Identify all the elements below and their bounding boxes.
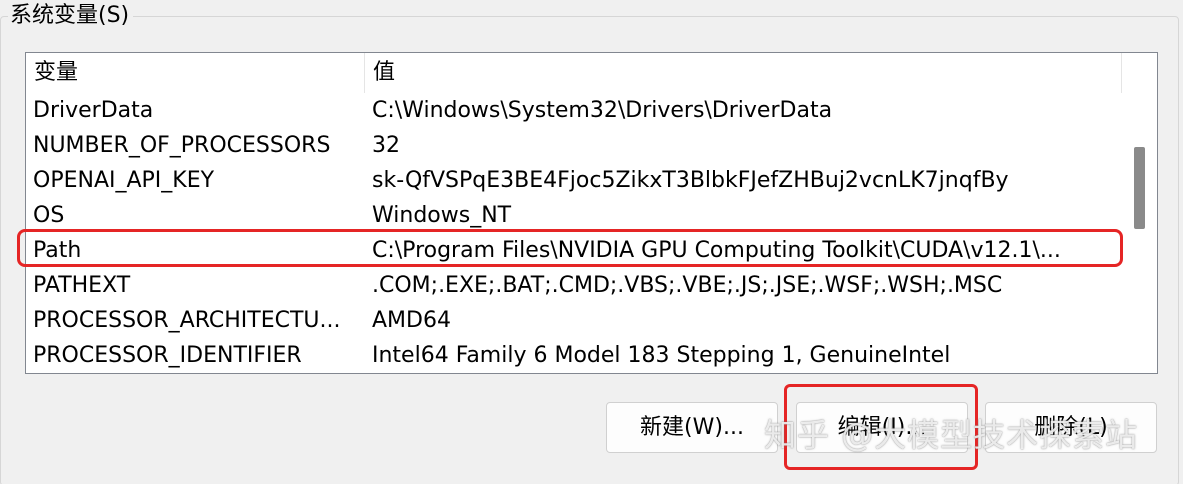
variable-name-cell: PATHEXT	[33, 273, 131, 298]
scrollbar-thumb[interactable]	[1134, 147, 1145, 229]
table-row[interactable]: PATHEXT .COM;.EXE;.BAT;.CMD;.VBS;.VBE;.J…	[26, 268, 1122, 303]
list-rows: DriverData C:\Windows\System32\Drivers\D…	[26, 93, 1122, 373]
variable-name-cell: OPENAI_API_KEY	[33, 168, 215, 193]
system-variables-list[interactable]: 变量 值 DriverData C:\Windows\System32\Driv…	[25, 52, 1158, 374]
table-row[interactable]: NUMBER_OF_PROCESSORS 32	[26, 128, 1122, 163]
table-row[interactable]: DriverData C:\Windows\System32\Drivers\D…	[26, 93, 1122, 128]
variable-name-cell: DriverData	[33, 98, 154, 123]
table-row[interactable]: OS Windows_NT	[26, 198, 1122, 233]
column-header-value[interactable]: 值	[365, 53, 1122, 93]
column-header-variable[interactable]: 变量	[26, 53, 365, 93]
table-row[interactable]: OPENAI_API_KEY sk-QfVSPqE3BE4Fjoc5ZikxT3…	[26, 163, 1122, 198]
table-row[interactable]: PROCESSOR_IDENTIFIER Intel64 Family 6 Mo…	[26, 338, 1122, 373]
variable-name-cell: PROCESSOR_IDENTIFIER	[33, 343, 302, 368]
variable-value-cell: Windows_NT	[372, 203, 512, 228]
variable-name-cell: Path	[33, 238, 82, 263]
variable-value-cell: AMD64	[372, 308, 451, 333]
new-button[interactable]: 新建(W)...	[606, 402, 778, 453]
system-variables-panel: 系统变量(S) 变量 值 DriverData C:\Windows\Syste…	[0, 0, 1183, 484]
variable-value-cell: Intel64 Family 6 Model 183 Stepping 1, G…	[372, 343, 951, 368]
table-row-path[interactable]: Path C:\Program Files\NVIDIA GPU Computi…	[26, 233, 1122, 268]
variable-value-cell: C:\Windows\System32\Drivers\DriverData	[372, 98, 833, 123]
list-header: 变量 值	[26, 53, 1122, 93]
vertical-scrollbar[interactable]	[1122, 53, 1157, 373]
delete-button[interactable]: 删除(L)	[985, 402, 1157, 453]
edit-button[interactable]: 编辑(I)...	[796, 402, 968, 453]
variable-name-cell: NUMBER_OF_PROCESSORS	[33, 133, 331, 158]
variable-name-cell: PROCESSOR_ARCHITECTU...	[33, 308, 341, 333]
table-row[interactable]: PROCESSOR_ARCHITECTU... AMD64	[26, 303, 1122, 338]
variable-value-cell: C:\Program Files\NVIDIA GPU Computing To…	[372, 238, 1061, 263]
variable-name-cell: OS	[33, 203, 65, 228]
variable-value-cell: sk-QfVSPqE3BE4Fjoc5ZikxT3BlbkFJefZHBuj2v…	[372, 168, 1009, 193]
variable-value-cell: 32	[372, 133, 400, 158]
groupbox-title: 系统变量(S)	[8, 2, 134, 30]
variable-value-cell: .COM;.EXE;.BAT;.CMD;.VBS;.VBE;.JS;.JSE;.…	[372, 273, 1003, 298]
